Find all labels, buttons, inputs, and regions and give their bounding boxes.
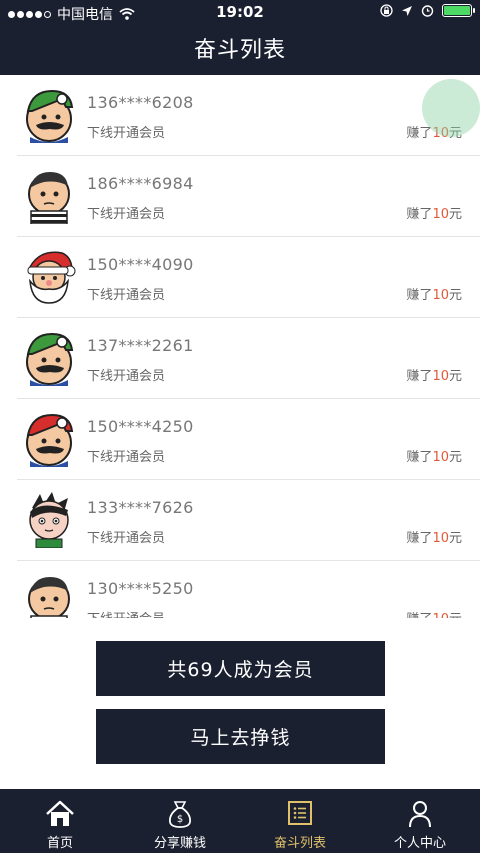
- earn-suffix: 元: [448, 207, 462, 222]
- earn-prefix: 赚了: [406, 531, 433, 546]
- list-item[interactable]: 130****5250 下线开通会员 赚了10元: [0, 561, 480, 618]
- earn-suffix: 元: [448, 288, 462, 303]
- phone-number: 130****5250: [87, 579, 194, 598]
- earn-prefix: 赚了: [406, 207, 433, 222]
- item-description: 下线开通会员: [87, 369, 166, 384]
- list-icon: [288, 801, 312, 825]
- earn-prefix: 赚了: [406, 369, 433, 384]
- earnings: 赚了10元: [406, 527, 462, 546]
- avatar-santa-icon: [27, 251, 76, 304]
- earnings: 赚了10元: [406, 446, 462, 465]
- list-item[interactable]: 186****6984 下线开通会员 赚了10元: [0, 156, 480, 237]
- avatar-striped-boy-icon: [28, 577, 70, 618]
- earn-amount: 10: [432, 288, 449, 303]
- earn-suffix: 元: [448, 531, 462, 546]
- member-list[interactable]: 136****6208 下线开通会员 赚了10元 186****6984 下线开…: [0, 75, 480, 618]
- earn-prefix: 赚了: [406, 126, 433, 141]
- tab-share-earn-label: 分享赚钱: [153, 836, 206, 851]
- tab-home[interactable]: 首页: [0, 789, 120, 853]
- earn-amount: 10: [432, 450, 449, 465]
- tab-struggle-list[interactable]: 奋斗列表: [240, 789, 360, 853]
- rotation-lock-icon: [380, 4, 393, 17]
- phone-number: 136****6208: [87, 93, 194, 112]
- page-title: 奋斗列表: [193, 38, 286, 63]
- earnings: 赚了10元: [406, 365, 462, 384]
- earn-amount: 10: [432, 369, 449, 384]
- earn-suffix: 元: [448, 450, 462, 465]
- earnings: 赚了10元: [406, 203, 462, 222]
- avatar-astro-boy-icon: [29, 492, 69, 548]
- phone-number: 186****6984: [87, 174, 194, 193]
- phone-number: 137****2261: [87, 336, 194, 355]
- earn-prefix: 赚了: [406, 450, 433, 465]
- list-item[interactable]: 136****6208 下线开通会员 赚了10元: [0, 75, 480, 156]
- phone-number: 150****4250: [87, 417, 194, 436]
- tab-struggle-list-label: 奋斗列表: [273, 836, 326, 851]
- list-item[interactable]: 133****7626 下线开通会员 赚了10元: [0, 480, 480, 561]
- list-item[interactable]: 137****2261 下线开通会员 赚了10元: [0, 318, 480, 399]
- top-bar: 中国电信 19:02 奋斗列表: [0, 0, 480, 75]
- item-description: 下线开通会员: [87, 288, 166, 303]
- tab-profile-label: 个人中心: [393, 836, 446, 851]
- avatar-mario-red-icon: [26, 413, 74, 467]
- avatar-mario-green-icon: [26, 332, 74, 386]
- phone-number: 133****7626: [87, 498, 194, 517]
- list-item[interactable]: 150****4250 下线开通会员 赚了10元: [0, 399, 480, 480]
- tab-share-earn[interactable]: $ 分享赚钱: [120, 789, 240, 853]
- avatar-striped-boy-icon: [28, 172, 70, 224]
- status-bar: 中国电信 19:02: [0, 0, 480, 24]
- member-count-button[interactable]: 共69人成为会员: [96, 641, 385, 696]
- location-icon: [402, 5, 412, 16]
- list-item[interactable]: 150****4090 下线开通会员 赚了10元: [0, 237, 480, 318]
- touch-indicator: [422, 79, 480, 137]
- item-description: 下线开通会员: [87, 126, 166, 141]
- item-description: 下线开通会员: [87, 608, 165, 618]
- person-icon: [409, 801, 431, 828]
- money-bag-icon: $: [169, 801, 191, 828]
- earn-amount: 10: [432, 612, 449, 618]
- tab-home-label: 首页: [46, 836, 73, 851]
- earnings: 赚了10元: [406, 284, 462, 303]
- earn-amount: 10: [432, 207, 449, 222]
- earn-prefix: 赚了: [406, 612, 432, 618]
- item-description: 下线开通会员: [87, 207, 166, 222]
- earn-suffix: 元: [448, 369, 462, 384]
- item-description: 下线开通会员: [87, 450, 166, 465]
- svg-text:$: $: [177, 814, 183, 825]
- earn-prefix: 赚了: [406, 288, 433, 303]
- tab-profile[interactable]: 个人中心: [360, 789, 480, 853]
- earnings: 赚了10元: [406, 608, 462, 618]
- phone-number: 150****4090: [87, 255, 194, 274]
- avatar-mario-green-icon: [26, 89, 74, 143]
- item-description: 下线开通会员: [87, 531, 166, 546]
- earn-suffix: 元: [449, 612, 462, 618]
- tab-bar: 首页 $ 分享赚钱 奋斗列表 个人中心: [0, 789, 480, 853]
- alarm-icon: [421, 5, 434, 17]
- earn-amount: 10: [432, 531, 449, 546]
- battery-icon: [442, 4, 475, 17]
- status-right: [380, 4, 475, 17]
- home-icon: [46, 800, 74, 826]
- earn-now-button[interactable]: 马上去挣钱: [96, 709, 385, 764]
